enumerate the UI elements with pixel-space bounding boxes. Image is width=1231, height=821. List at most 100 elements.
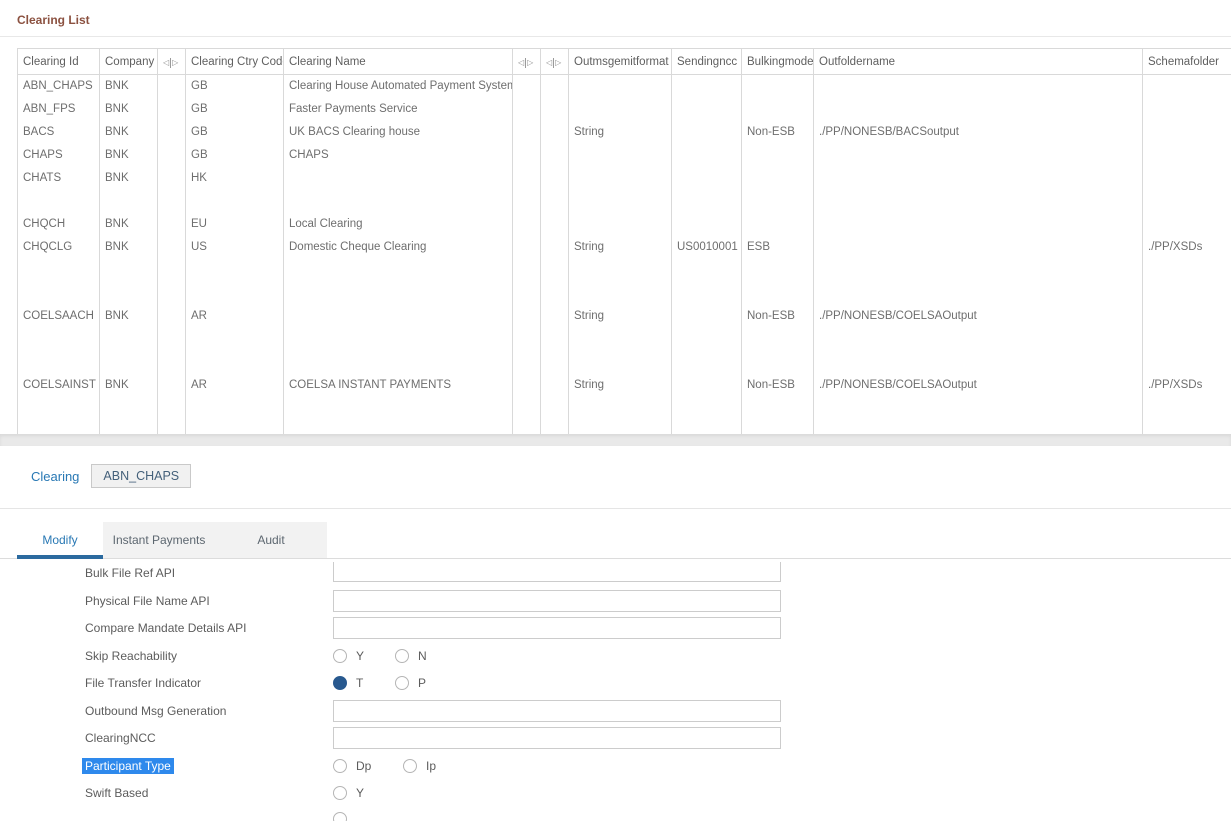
radio-option-swift-based-y: Y — [333, 786, 395, 800]
field-label-bulk-file-ref-api: Bulk File Ref API — [85, 566, 333, 580]
detail-divider — [0, 508, 1231, 509]
cell-clearing-ctry-code: GB — [186, 121, 284, 144]
cell-schemafolder — [1143, 75, 1231, 98]
compare-mandate-details-api-input[interactable] — [333, 617, 781, 639]
cell-spacer — [541, 121, 569, 144]
cell-spacer — [513, 374, 541, 434]
table-row[interactable]: BACSBNKGBUK BACS Clearing houseStringNon… — [18, 121, 1231, 144]
cell-spacer — [513, 236, 541, 305]
tab-modify[interactable]: Modify — [17, 522, 103, 558]
cell-schemafolder — [1143, 98, 1231, 121]
field-label-text: Outbound Msg Generation — [85, 704, 226, 718]
radio-swift-based-y[interactable] — [333, 786, 347, 800]
form-row-outbound-msg-generation: Outbound Msg Generation — [0, 697, 1231, 725]
cell-clearing-ctry-code: EU — [186, 213, 284, 236]
radio-option-file-transfer-indicator-p: P — [395, 676, 457, 690]
cell-clearing-ctry-code: US — [186, 236, 284, 305]
cell-outmsgemitformat: String — [569, 236, 672, 305]
column-resize-header: ◁▷ — [158, 49, 186, 75]
cell-spacer — [513, 213, 541, 236]
cell-outmsgemitformat — [569, 98, 672, 121]
cell-clearing-ctry-code: HK — [186, 167, 284, 213]
radio-option-skip-reachability-y: Y — [333, 649, 395, 663]
table-row[interactable]: ABN_FPSBNKGBFaster Payments Service — [18, 98, 1231, 121]
cell-clearing-name — [284, 305, 513, 374]
form-row-bulk-file-ref-api: Bulk File Ref API — [0, 560, 1231, 588]
column-header-outfoldername: Outfoldername — [814, 49, 1143, 75]
detail-header: Clearing ABN_CHAPS — [31, 463, 1231, 490]
cell-spacer — [513, 144, 541, 167]
column-header-sendingncc: Sendingncc — [672, 49, 742, 75]
cell-spacer — [513, 305, 541, 374]
cell-bulkingmode: Non-ESB — [742, 305, 814, 374]
field-label-text: Bulk File Ref API — [85, 566, 175, 580]
table-row[interactable]: CHATSBNKHK — [18, 167, 1231, 213]
column-resize-icon[interactable]: ◁▷ — [546, 58, 561, 68]
cell-bulkingmode: ESB — [742, 236, 814, 305]
cell-company: BNK — [100, 213, 158, 236]
radio-skip-reachability-n[interactable] — [395, 649, 409, 663]
cell-spacer — [158, 167, 186, 213]
table-row[interactable]: ABN_CHAPSBNKGBClearing House Automated P… — [18, 75, 1231, 98]
table-row[interactable]: CHQCHBNKEULocal Clearing — [18, 213, 1231, 236]
radio-file-transfer-indicator-t[interactable] — [333, 676, 347, 690]
column-resize-icon[interactable]: ◁▷ — [518, 58, 533, 68]
table-row[interactable]: CHQCLGBNKUSDomestic Cheque ClearingStrin… — [18, 236, 1231, 305]
horizontal-scrollbar[interactable] — [0, 434, 1231, 446]
cell-clearing-name: Faster Payments Service — [284, 98, 513, 121]
table-row[interactable]: COELSAACHBNKARStringNon-ESB./PP/NONESB/C… — [18, 305, 1231, 374]
table-row[interactable]: CHAPSBNKGBCHAPS — [18, 144, 1231, 167]
cell-clearing-ctry-code: AR — [186, 305, 284, 374]
field-label-swift-based: Swift Based — [85, 786, 333, 800]
cell-outmsgemitformat: String — [569, 374, 672, 434]
radio-skip-reachability-y[interactable] — [333, 649, 347, 663]
cell-schemafolder — [1143, 167, 1231, 213]
cell-spacer — [158, 305, 186, 374]
radio-label: Ip — [426, 759, 436, 773]
clearing-list-title: Clearing List — [0, 0, 1231, 36]
cell-bulkingmode: Non-ESB — [742, 121, 814, 144]
cell-spacer — [513, 167, 541, 213]
cell-spacer — [158, 236, 186, 305]
field-label-participant-type: Participant Type — [85, 759, 333, 773]
column-resize-header: ◁▷ — [541, 49, 569, 75]
radio-participant-type-ip[interactable] — [403, 759, 417, 773]
column-header-clearing-id: Clearing Id — [18, 49, 100, 75]
physical-file-name-api-input[interactable] — [333, 590, 781, 612]
field-label-text: Swift Based — [85, 786, 148, 800]
radio-file-transfer-indicator-p[interactable] — [395, 676, 409, 690]
cell-spacer — [541, 213, 569, 236]
tab-audit[interactable]: Audit — [215, 522, 327, 558]
cell-sendingncc — [672, 121, 742, 144]
cell-outfoldername — [814, 75, 1143, 98]
radio-participant-type-dp[interactable] — [333, 759, 347, 773]
cell-spacer — [158, 374, 186, 434]
cell-bulkingmode — [742, 213, 814, 236]
cell-outmsgemitformat — [569, 75, 672, 98]
cell-spacer — [541, 75, 569, 98]
cell-clearing-ctry-code: AR — [186, 374, 284, 434]
column-header-bulkingmode: Bulkingmode — [742, 49, 814, 75]
clearing-id-value-box[interactable]: ABN_CHAPS — [91, 464, 191, 488]
cell-sendingncc — [672, 305, 742, 374]
outbound-msg-generation-input[interactable] — [333, 700, 781, 722]
clearing-detail-section: Clearing ABN_CHAPS ModifyInstant Payment… — [0, 463, 1231, 821]
cell-sendingncc — [672, 75, 742, 98]
cell-company: BNK — [100, 75, 158, 98]
field-label-text: ClearingNCC — [85, 731, 156, 745]
radio-label: P — [418, 676, 426, 690]
cell-outfoldername — [814, 213, 1143, 236]
tab-instant-payments[interactable]: Instant Payments — [103, 522, 215, 558]
cell-clearing-id: ABN_CHAPS — [18, 75, 100, 98]
table-row[interactable]: COELSAINSTBNKARCOELSA INSTANT PAYMENTSSt… — [18, 374, 1231, 434]
clearingncc-input[interactable] — [333, 727, 781, 749]
cell-outmsgemitformat: String — [569, 305, 672, 374]
cell-spacer — [158, 98, 186, 121]
cell-clearing-name: CHAPS — [284, 144, 513, 167]
cell-clearing-ctry-code: GB — [186, 75, 284, 98]
radio-partial-option[interactable] — [333, 812, 347, 821]
column-resize-icon[interactable]: ◁▷ — [163, 58, 178, 68]
cell-clearing-ctry-code: GB — [186, 144, 284, 167]
field-label-file-transfer-indicator: File Transfer Indicator — [85, 676, 333, 690]
bulk-file-ref-api-input[interactable] — [333, 562, 781, 582]
